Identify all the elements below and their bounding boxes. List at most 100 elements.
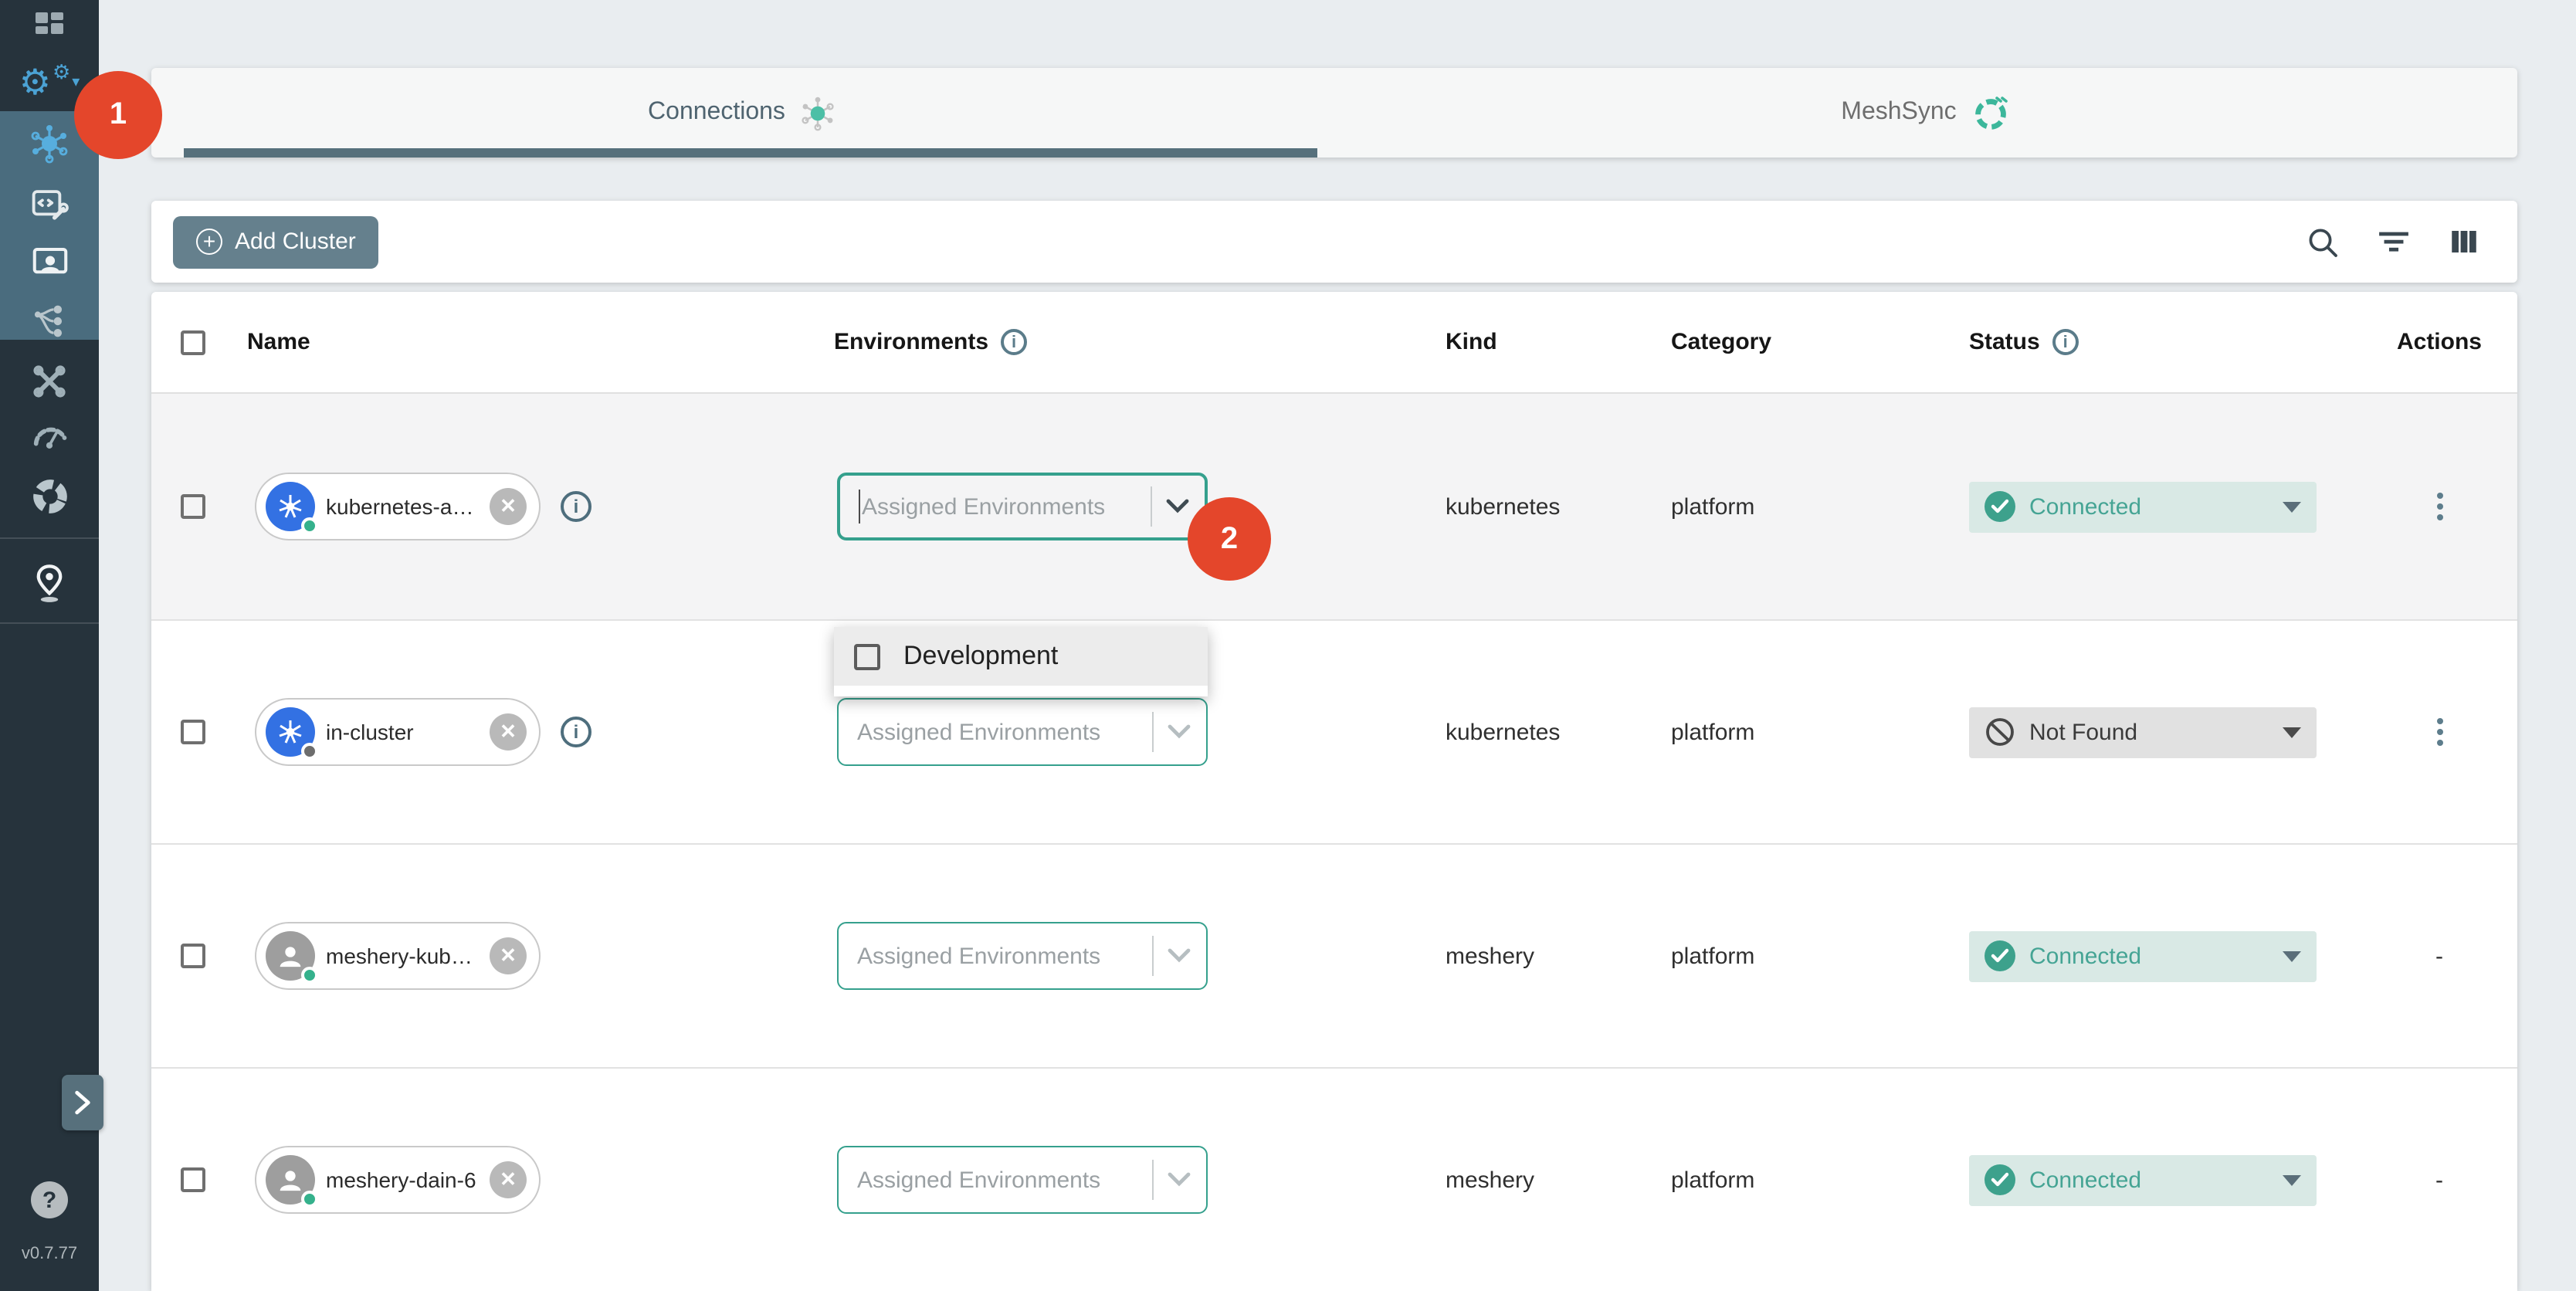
- annotation-step-1-badge: 1: [74, 71, 162, 159]
- select-all-checkbox[interactable]: [181, 330, 205, 354]
- extensions-icon[interactable]: [0, 476, 99, 517]
- meshery-app: ⚙ ⚙ ▾: [0, 0, 2576, 1291]
- chevron-down-icon[interactable]: [1168, 724, 1191, 740]
- connection-chip[interactable]: meshery-dain-6 ✕: [255, 1146, 541, 1214]
- remove-connection-icon[interactable]: ✕: [490, 937, 527, 974]
- toolbar: + Add Cluster: [151, 201, 2517, 283]
- sidebar: ⚙ ⚙ ▾: [0, 0, 99, 1291]
- workloads-icon[interactable]: [0, 241, 99, 284]
- kind-value: meshery: [1446, 1167, 1534, 1193]
- status-label: Connected: [2029, 943, 2269, 969]
- kubernetes-icon: [266, 707, 315, 757]
- menu-item-development[interactable]: Development: [834, 627, 1208, 686]
- connection-info-icon[interactable]: i: [561, 717, 591, 747]
- toolbar-icons: [2306, 225, 2480, 259]
- row-checkbox[interactable]: [181, 494, 205, 519]
- category-value: platform: [1671, 719, 1754, 745]
- performance-icon[interactable]: [0, 417, 99, 457]
- connection-chip[interactable]: kubernetes-admin… ✕: [255, 473, 541, 540]
- column-category[interactable]: Category: [1671, 329, 1771, 355]
- environments-placeholder: Assigned Environments: [857, 719, 1140, 745]
- table-row: in-cluster ✕ i Assigned Environments kub…: [151, 621, 2517, 845]
- view-columns-icon[interactable]: [2448, 225, 2480, 258]
- sidebar-divider: [0, 537, 99, 539]
- option-label: Development: [903, 641, 1058, 672]
- row-checkbox[interactable]: [181, 944, 205, 968]
- status-dot: [301, 743, 318, 760]
- kind-value: kubernetes: [1446, 719, 1560, 745]
- environments-select[interactable]: Assigned Environments: [837, 698, 1208, 766]
- toolbox-icon[interactable]: [0, 360, 99, 402]
- caret-down-icon: [2283, 727, 2301, 737]
- status-dot: [301, 517, 318, 534]
- connections-table: Name Environmentsi Kind Category Statusi…: [151, 292, 2517, 1291]
- search-icon[interactable]: [2306, 225, 2340, 259]
- row-actions-menu[interactable]: [2430, 712, 2449, 752]
- caret-down-icon: [2283, 501, 2301, 512]
- filter-icon[interactable]: [2377, 225, 2411, 259]
- expand-sidebar-button[interactable]: [62, 1075, 103, 1130]
- caret-down-icon: [2283, 1174, 2301, 1185]
- connection-info-icon[interactable]: i: [561, 491, 591, 522]
- column-environments[interactable]: Environments: [834, 329, 988, 355]
- status-info-icon[interactable]: i: [2052, 329, 2079, 355]
- kind-value: meshery: [1446, 943, 1534, 969]
- meshsync-spinner-icon: [1971, 93, 2011, 133]
- row-checkbox[interactable]: [181, 720, 205, 744]
- environments-dropdown: Development: [834, 627, 1208, 696]
- connection-chip[interactable]: in-cluster ✕: [255, 698, 541, 766]
- connections-mesh-icon: [799, 93, 838, 132]
- tab-meshsync[interactable]: MeshSync: [1334, 68, 2517, 158]
- status-label: Not Found: [2029, 719, 2269, 745]
- environments-info-icon[interactable]: i: [1001, 329, 1027, 355]
- help-button[interactable]: ?: [0, 1181, 99, 1218]
- adapters-icon[interactable]: [0, 182, 99, 225]
- active-tab-indicator: [184, 148, 1317, 158]
- column-name[interactable]: Name: [247, 329, 310, 355]
- remove-connection-icon[interactable]: ✕: [490, 713, 527, 751]
- environments-select[interactable]: Assigned Environments: [837, 1146, 1208, 1214]
- connected-check-icon: [1985, 1164, 2015, 1195]
- remove-connection-icon[interactable]: ✕: [490, 488, 527, 525]
- pipeline-icon[interactable]: [0, 300, 99, 341]
- table-row: meshery-dain-6 ✕ Assigned Environments m…: [151, 1069, 2517, 1291]
- dashboard-icon[interactable]: [0, 6, 99, 46]
- connection-name: kubernetes-admin…: [326, 494, 479, 519]
- column-kind[interactable]: Kind: [1446, 329, 1497, 355]
- environments-select[interactable]: Assigned Environments: [837, 922, 1208, 990]
- chevron-down-icon[interactable]: [1168, 948, 1191, 964]
- category-value: platform: [1671, 493, 1754, 520]
- chevron-down-icon[interactable]: [1168, 1172, 1191, 1188]
- category-value: platform: [1671, 1167, 1754, 1193]
- table-row: meshery-kubescop… ✕ Assigned Environment…: [151, 845, 2517, 1069]
- status-select[interactable]: Not Found: [1969, 706, 2317, 757]
- environments-placeholder: Assigned Environments: [862, 493, 1138, 520]
- kind-value: kubernetes: [1446, 493, 1560, 520]
- row-actions-menu[interactable]: [2430, 486, 2449, 527]
- connection-name: meshery-dain-6: [326, 1167, 479, 1192]
- connection-name: in-cluster: [326, 720, 479, 744]
- connection-chip[interactable]: meshery-kubescop… ✕: [255, 922, 541, 990]
- no-actions-placeholder: -: [2435, 943, 2443, 969]
- status-select[interactable]: Connected: [1969, 1154, 2317, 1205]
- row-checkbox[interactable]: [181, 1167, 205, 1192]
- remove-connection-icon[interactable]: ✕: [490, 1161, 527, 1198]
- status-select[interactable]: Connected: [1969, 481, 2317, 532]
- connected-check-icon: [1985, 940, 2015, 971]
- add-cluster-label: Add Cluster: [235, 229, 356, 255]
- table-row: kubernetes-admin… ✕ i Assigned Environme…: [151, 394, 2517, 621]
- environments-placeholder: Assigned Environments: [857, 943, 1140, 969]
- text-cursor: [859, 490, 860, 524]
- environments-select[interactable]: Assigned Environments: [837, 473, 1208, 540]
- add-cluster-button[interactable]: + Add Cluster: [173, 215, 379, 268]
- option-checkbox[interactable]: [854, 643, 880, 669]
- question-mark-icon: ?: [31, 1181, 68, 1218]
- status-label: Connected: [2029, 493, 2269, 520]
- status-select[interactable]: Connected: [1969, 930, 2317, 981]
- meshery-avatar-icon: [266, 931, 315, 981]
- navigator-pin-icon[interactable]: [0, 561, 99, 605]
- connection-name: meshery-kubescop…: [326, 944, 479, 968]
- column-status[interactable]: Status: [1969, 329, 2040, 355]
- tab-connections[interactable]: Connections: [151, 68, 1334, 158]
- chevron-down-icon[interactable]: [1166, 499, 1189, 514]
